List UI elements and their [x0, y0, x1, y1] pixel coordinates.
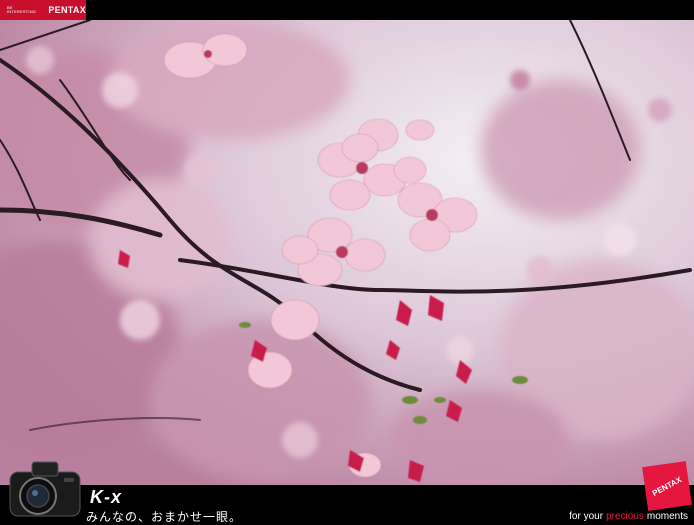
pentax-badge-logo: PENTAX: [642, 461, 692, 511]
tagline-prefix: for your: [569, 511, 604, 522]
tagline-suffix: moments: [646, 511, 688, 522]
tagline-accent: precious: [606, 511, 644, 522]
brand-logo-text: PENTAX: [48, 5, 86, 15]
camera-icon: [6, 458, 84, 520]
photo-illustration: [0, 20, 694, 485]
slogan-text: みんなの、おまかせ一眼。: [86, 510, 243, 524]
brand-tagline: BE INTERESTING: [7, 5, 37, 14]
model-name: K-x: [90, 487, 123, 507]
top-bar: BE INTERESTING PENTAX: [0, 0, 694, 20]
badge-logo-text: PENTAX: [650, 474, 684, 498]
pentax-header-logo: BE INTERESTING PENTAX: [0, 0, 86, 20]
tagline: for your precious moments: [569, 511, 688, 522]
cherry-blossom-photo: [0, 20, 694, 485]
